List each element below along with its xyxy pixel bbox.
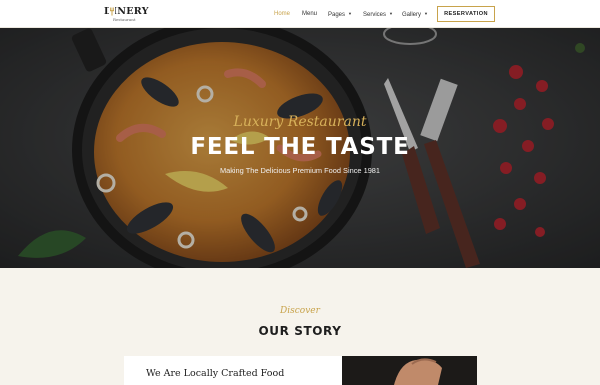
nav-label: Pages <box>328 12 346 18</box>
caret-down-icon: ▼ <box>389 11 393 16</box>
story-tagline: Discover <box>280 306 320 316</box>
logo[interactable]: DINERY Restaurant <box>104 6 152 24</box>
hero-subtitle: Making The Delicious Premium Food Since … <box>219 166 381 175</box>
logo-fork-icon <box>109 7 115 16</box>
nav-label: Gallery <box>402 12 422 18</box>
hero-tagline: Luxury Restaurant <box>233 114 367 130</box>
nav-home[interactable]: Home <box>274 11 290 17</box>
nav-services[interactable]: Services ▼ <box>363 11 393 18</box>
story-photo <box>342 356 477 385</box>
caret-down-icon: ▼ <box>424 11 428 16</box>
nav-pages[interactable]: Pages ▼ <box>328 11 352 18</box>
logo-subtitle: Restaurant <box>113 17 136 22</box>
reservation-button[interactable]: RESERVATION <box>437 6 495 22</box>
nav-label: Menu <box>302 11 318 17</box>
story-photo-image <box>342 356 477 385</box>
story-card-heading: We Are Locally Crafted Food <box>146 368 285 379</box>
hero-title: FEEL THE TASTE <box>190 134 410 160</box>
nav-label: Services <box>363 12 387 18</box>
site-header: DINERY Restaurant Home Menu Pages ▼ Servi… <box>0 0 600 28</box>
story-title: OUR STORY <box>258 324 342 338</box>
nav-label: Home <box>274 11 291 17</box>
story-section: Discover OUR STORY We Are Locally Crafte… <box>0 268 600 385</box>
story-card: We Are Locally Crafted Food <box>124 356 342 385</box>
nav-gallery[interactable]: Gallery ▼ <box>402 11 428 18</box>
nav-menu[interactable]: Menu <box>302 11 317 17</box>
caret-down-icon: ▼ <box>348 11 352 16</box>
hero-banner: Luxury Restaurant FEEL THE TASTE Making … <box>0 28 600 268</box>
